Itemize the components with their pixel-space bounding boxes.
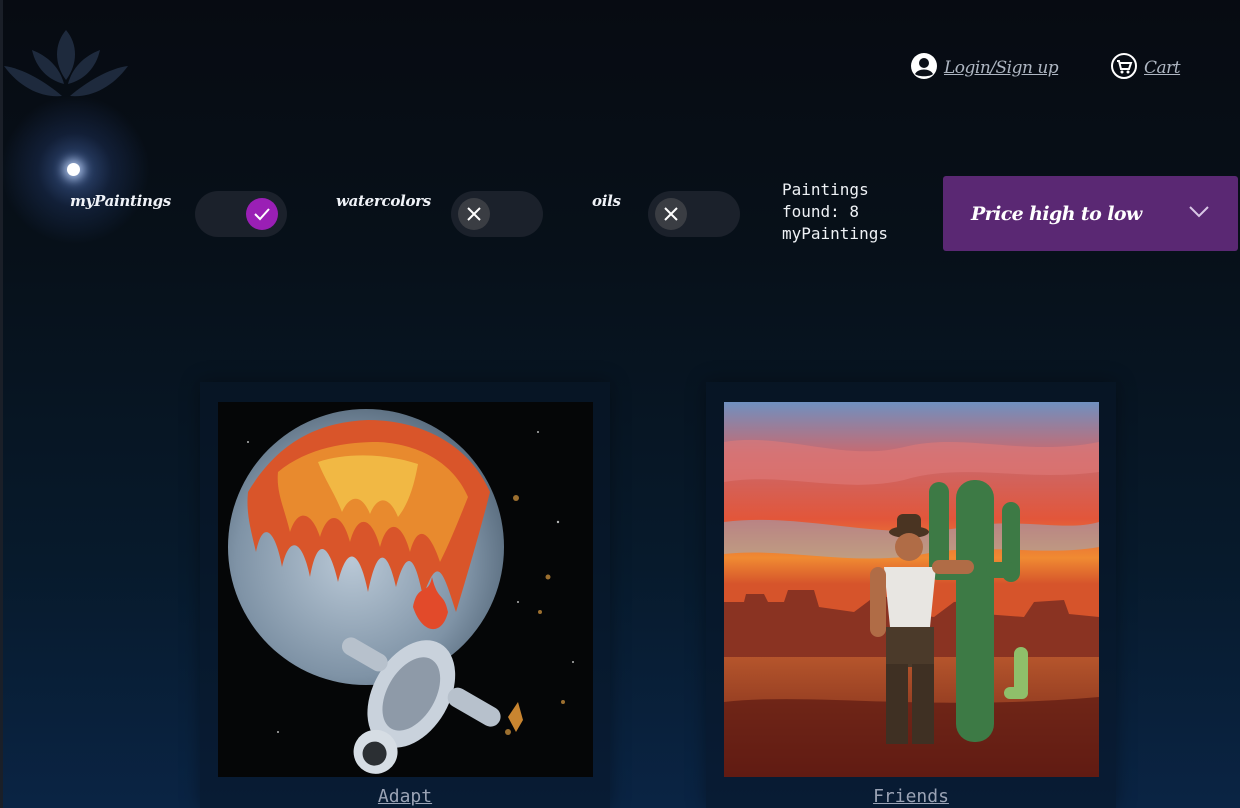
login-signup-label[interactable]: Login/Sign up [944, 58, 1059, 78]
lotus-logo-icon[interactable] [2, 24, 130, 104]
check-icon [246, 198, 278, 230]
filter-label-watercolors: watercolors [336, 192, 431, 210]
painting-title-adapt[interactable]: Adapt [200, 786, 610, 807]
painting-image-adapt[interactable] [218, 402, 593, 777]
close-icon [458, 198, 490, 230]
painting-title-friends[interactable]: Friends [706, 786, 1116, 807]
cart-link[interactable]: Cart [1110, 52, 1181, 84]
close-icon [655, 198, 687, 230]
toggle-oils[interactable] [648, 191, 740, 237]
sort-selected-label: Price high to low [971, 202, 1142, 225]
chevron-down-icon [1188, 204, 1210, 223]
results-count: Paintings found: 8 myPaintings [782, 180, 888, 243]
painting-image-friends[interactable] [724, 402, 1099, 777]
user-circle-icon [910, 52, 938, 84]
cart-label[interactable]: Cart [1144, 58, 1181, 78]
login-signup-link[interactable]: Login/Sign up [910, 52, 1059, 84]
cart-icon [1110, 52, 1138, 84]
painting-card: Friends [706, 382, 1116, 808]
sort-dropdown[interactable]: Price high to low [943, 176, 1238, 251]
painting-card: Adapt [200, 382, 610, 808]
filter-label-mypaintings: myPaintings [70, 192, 171, 210]
page-edge [0, 0, 3, 808]
glow-dot [67, 163, 80, 176]
filter-label-oils: oils [592, 192, 621, 210]
toggle-watercolors[interactable] [451, 191, 543, 237]
toggle-mypaintings[interactable] [195, 191, 287, 237]
